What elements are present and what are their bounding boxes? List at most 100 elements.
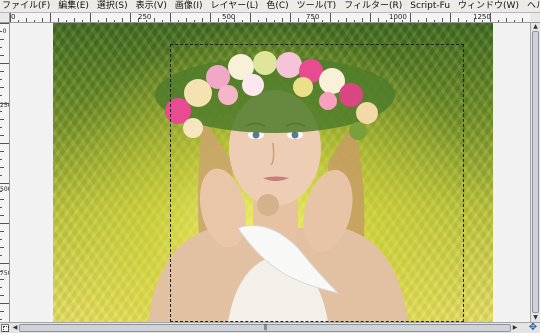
ruler-tick [130,13,131,22]
ruler-tick [506,18,507,22]
menu-help[interactable]: ヘルプ(H) [523,0,540,12]
ruler-tick [0,167,4,168]
ruler-tick [434,20,435,22]
ruler-tick [50,13,51,22]
ruler-tick [10,13,11,22]
ruler-tick [0,279,4,280]
ruler-tick [0,311,4,312]
ruler-tick [186,18,187,22]
ruler-tick [378,18,379,22]
ruler-tick [0,87,4,88]
ruler-tick [0,23,9,24]
ruler-tick [0,151,4,152]
ruler-tick [0,71,4,72]
ruler-tick [0,31,2,32]
ruler-tick [466,20,467,22]
grip-icon: ||| [263,324,267,331]
vertical-scrollbar[interactable]: ▲ ▼ [530,23,540,322]
ruler-tick [418,20,419,22]
ruler-tick [0,247,4,248]
ruler-tick [290,13,291,22]
horizontal-scroll-thumb[interactable]: ||| [19,324,511,332]
ruler-tick [514,20,515,22]
scroll-up-icon[interactable]: ▲ [531,23,540,31]
ruler-tick [322,20,323,22]
portrait-photo[interactable] [53,23,493,322]
ruler-tick [498,20,499,22]
ruler-tick [250,13,251,22]
ruler-tick [450,13,451,22]
menu-colors[interactable]: 色(C) [262,0,292,12]
menu-view[interactable]: 表示(V) [132,0,171,12]
ruler-tick [210,13,211,22]
ruler-tick [202,18,203,22]
quick-mask-icon[interactable] [1,324,9,332]
ruler-tick [522,18,523,22]
vertical-scroll-thumb[interactable] [532,31,539,313]
ruler-tick [458,18,459,22]
ruler-tick [0,295,4,296]
ruler-tick [338,20,339,22]
ruler-tick [0,159,2,160]
menu-windows[interactable]: ウィンドウ(W) [454,0,523,12]
ruler-tick [370,13,371,22]
ruler-tick [170,13,171,22]
ruler-tick [354,20,355,22]
ruler-tick [178,20,179,22]
ruler-tick [122,18,123,22]
ruler-tick [0,207,2,208]
ruler-tick [402,20,403,22]
ruler-end [530,13,540,23]
ruler-tick [0,183,9,184]
ruler-tick [226,20,227,22]
menu-edit[interactable]: 編集(E) [54,0,93,12]
menu-script-fu[interactable]: Script-Fu [406,0,454,12]
menu-image[interactable]: 画像(I) [171,0,207,12]
ruler-tick [0,79,2,80]
scroll-down-icon[interactable]: ▼ [531,314,540,322]
ruler-label-250: 250 [138,13,152,21]
ruler-tick [0,175,2,176]
ruler-tick [0,95,2,96]
ruler-tick [82,20,83,22]
ruler-tick [258,20,259,22]
ruler-tick [266,18,267,22]
ruler-tick [0,287,2,288]
ruler-tick [18,20,19,22]
ruler-tick [330,13,331,22]
ruler-tick [0,231,4,232]
image-canvas[interactable] [10,23,530,322]
ruler-tick [386,20,387,22]
selection-marquee[interactable] [170,44,464,322]
ruler-label-1000: 1000 [389,13,407,21]
horizontal-ruler[interactable]: 0 250 500 750 1000 1250 [10,13,530,23]
ruler-tick [0,263,9,264]
ruler-tick [0,303,9,304]
scroll-left-icon[interactable]: ◀ [11,324,19,332]
menu-bar: ファイル(F) 編集(E) 選択(S) 表示(V) 画像(I) レイヤー(L) … [0,0,540,13]
ruler-tick [0,215,4,216]
ruler-tick [66,20,67,22]
ruler-tick [90,13,91,22]
menu-layer[interactable]: レイヤー(L) [207,0,263,12]
vertical-ruler[interactable]: 0 250 500 750 [0,23,10,322]
ruler-tick [0,39,4,40]
ruler-tick [490,13,491,22]
ruler-corner[interactable] [0,13,10,23]
ruler-tick [0,63,9,64]
ruler-tick [242,20,243,22]
ruler-tick [0,223,9,224]
horizontal-scrollbar[interactable]: ◀ ||| ▶ [11,324,519,332]
menu-file[interactable]: ファイル(F) [0,0,54,12]
navigate-icon[interactable]: ✥ [527,323,539,333]
scroll-right-icon[interactable]: ▶ [511,324,519,332]
ruler-tick [282,18,283,22]
menu-filters[interactable]: フィルター(R) [340,0,406,12]
menu-tools[interactable]: ツール(T) [293,0,341,12]
ruler-tick [314,18,315,22]
ruler-tick [0,239,2,240]
ruler-tick [0,255,2,256]
ruler-tick [362,18,363,22]
ruler-tick [162,20,163,22]
menu-select[interactable]: 選択(S) [93,0,132,12]
